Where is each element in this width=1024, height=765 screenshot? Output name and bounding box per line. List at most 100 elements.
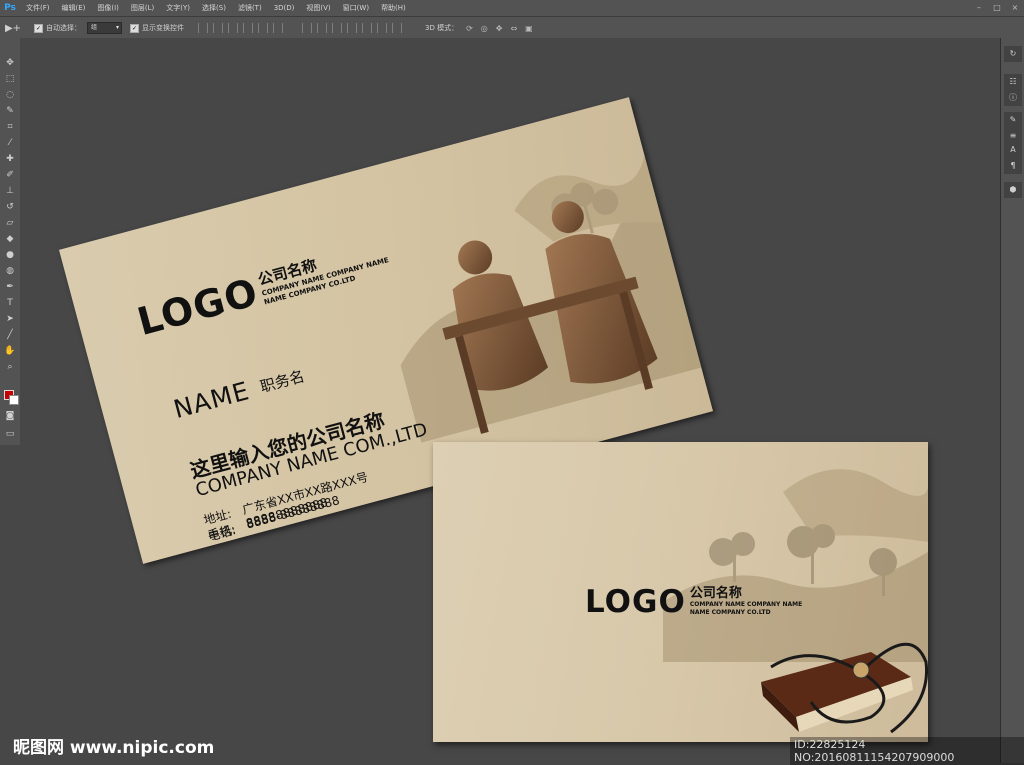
front-logo-text: LOGO: [132, 269, 263, 345]
3d-roll-icon[interactable]: ◎: [481, 24, 488, 33]
show-transform-option[interactable]: ✓ 显示变换控件: [130, 23, 184, 33]
properties-panel-icon[interactable]: ☷: [1004, 74, 1022, 90]
distribute-right-icon[interactable]: [377, 23, 387, 33]
menu-edit[interactable]: 编辑(E): [56, 0, 92, 16]
history-panel-icon[interactable]: ↻: [1004, 46, 1022, 62]
back-company-en-line2: NAME COMPANY CO.LTD: [689, 609, 771, 616]
brush-tool-icon[interactable]: ✐: [0, 167, 20, 183]
distribute-top-icon[interactable]: [302, 23, 312, 33]
menu-filter[interactable]: 滤镜(T): [232, 0, 268, 16]
menu-view[interactable]: 视图(V): [300, 0, 336, 16]
panel-dock: ↻ ☷ ⓘ ✎ ≡ A ¶ ⬢: [1000, 38, 1024, 763]
3d-drag-icon[interactable]: ✥: [496, 24, 503, 33]
3d-panel-icon[interactable]: ⬢: [1004, 182, 1022, 198]
pen-tool-icon[interactable]: ✒: [0, 279, 20, 295]
distribute-bottom-icon[interactable]: [332, 23, 342, 33]
toolbar-header: [0, 38, 20, 55]
options-bar: ▶+ ✓ 自动选择： 组 ✓ 显示变换控件 3D 模式： ⟳ ◎ ✥ ⇔ ▣: [0, 16, 1024, 40]
healing-brush-tool-icon[interactable]: ✚: [0, 151, 20, 167]
panel-group-2: ☷ ⓘ: [1004, 74, 1022, 106]
brush-panel-icon[interactable]: ✎: [1004, 112, 1022, 128]
quick-mask-icon[interactable]: ◙: [0, 408, 20, 424]
align-buttons: [198, 23, 288, 33]
menu-3d[interactable]: 3D(D): [268, 0, 301, 16]
menu-bar: Ps 文件(F) 编辑(E) 图像(I) 图层(L) 文字(Y) 选择(S) 滤…: [0, 0, 1024, 16]
paint-bucket-tool-icon[interactable]: ◆: [0, 231, 20, 247]
panel-group-3: ✎ ≡: [1004, 112, 1022, 144]
clone-stamp-tool-icon[interactable]: ⊥: [0, 183, 20, 199]
back-logo-block: LOGO 公司名称 COMPANY NAME COMPANY NAME NAME…: [585, 582, 803, 620]
hand-tool-icon[interactable]: ✋: [0, 343, 20, 359]
menu-layer[interactable]: 图层(L): [125, 0, 160, 16]
auto-select-label: 自动选择：: [46, 24, 81, 32]
type-tool-icon[interactable]: T: [0, 295, 20, 311]
align-hcenter-icon[interactable]: [258, 23, 268, 33]
menu-type[interactable]: 文字(Y): [160, 0, 196, 16]
tools-panel: ✥ ⬚ ◌ ✎ ⌗ ⁄ ✚ ✐ ⊥ ↺ ▱ ◆ ● ◍ ✒ T ➤ ╱ ✋ ⌕ …: [0, 55, 21, 445]
align-left-icon[interactable]: [243, 23, 253, 33]
distribute-vcenter-icon[interactable]: [317, 23, 327, 33]
history-brush-tool-icon[interactable]: ↺: [0, 199, 20, 215]
person-name: NAME: [170, 376, 253, 424]
menu-file[interactable]: 文件(F): [20, 0, 56, 16]
auto-select-checkbox[interactable]: ✓: [34, 23, 43, 33]
show-transform-label: 显示变换控件: [142, 24, 184, 32]
menu-help[interactable]: 帮助(H): [375, 0, 412, 16]
image-id-text: ID:22825124 NO:20160811154207909000: [790, 737, 1024, 765]
3d-mode-label: 3D 模式：: [425, 24, 459, 32]
3d-mode-group: 3D 模式： ⟳ ◎ ✥ ⇔ ▣: [425, 23, 533, 33]
zoom-tool-icon[interactable]: ⌕: [0, 359, 20, 375]
name-line: NAME 职务名: [171, 361, 308, 424]
quick-select-tool-icon[interactable]: ✎: [0, 103, 20, 119]
minimize-button[interactable]: –: [970, 0, 988, 16]
auto-select-dropdown[interactable]: 组: [87, 22, 122, 34]
lasso-tool-icon[interactable]: ◌: [0, 87, 20, 103]
menu-window[interactable]: 窗口(W): [337, 0, 375, 16]
paragraph-panel-icon[interactable]: ¶: [1004, 158, 1022, 174]
photoshop-logo: Ps: [4, 3, 16, 13]
3d-rotate-icon[interactable]: ⟳: [466, 24, 473, 33]
screen-mode-icon[interactable]: ▭: [0, 426, 20, 442]
site-watermark: 昵图网 www.nipic.com: [13, 738, 215, 758]
maximize-button[interactable]: □: [988, 0, 1006, 16]
front-logo-block: LOGO 公司名称 COMPANY NAME COMPANY NAME NAME…: [132, 236, 392, 345]
back-company-en-line1: COMPANY NAME COMPANY NAME: [689, 601, 803, 608]
back-logo-text: LOGO: [585, 584, 686, 620]
auto-align-icon[interactable]: [392, 23, 402, 33]
eraser-tool-icon[interactable]: ▱: [0, 215, 20, 231]
book-stethoscope-illustration: [761, 642, 928, 734]
eyedropper-tool-icon[interactable]: ⁄: [0, 135, 20, 151]
panel-group-1: ↻: [1004, 46, 1022, 62]
close-button[interactable]: ×: [1006, 0, 1024, 16]
3d-scale-icon[interactable]: ▣: [525, 24, 533, 33]
marquee-tool-icon[interactable]: ⬚: [0, 71, 20, 87]
person-title: 职务名: [258, 367, 307, 397]
align-bottom-icon[interactable]: [228, 23, 238, 33]
move-tool-icon[interactable]: ✥: [0, 55, 20, 71]
show-transform-checkbox[interactable]: ✓: [130, 23, 139, 33]
character-panel-icon[interactable]: A: [1004, 142, 1022, 158]
3d-slide-icon[interactable]: ⇔: [510, 24, 517, 33]
move-tool-preset-icon[interactable]: ▶+: [0, 23, 26, 34]
crop-tool-icon[interactable]: ⌗: [0, 119, 20, 135]
dodge-tool-icon[interactable]: ◍: [0, 263, 20, 279]
background-color-swatch[interactable]: [9, 395, 19, 405]
menu-image[interactable]: 图像(I): [91, 0, 125, 16]
line-tool-icon[interactable]: ╱: [0, 327, 20, 343]
align-top-icon[interactable]: [198, 23, 208, 33]
panel-group-4: A ¶: [1004, 142, 1022, 174]
align-vcenter-icon[interactable]: [213, 23, 223, 33]
info-panel-icon[interactable]: ⓘ: [1004, 90, 1022, 106]
align-right-icon[interactable]: [273, 23, 283, 33]
blur-tool-icon[interactable]: ●: [0, 247, 20, 263]
auto-select-option[interactable]: ✓ 自动选择：: [34, 23, 81, 33]
distribute-buttons: [302, 23, 407, 33]
panel-group-5: ⬢: [1004, 182, 1022, 198]
back-company-cn: 公司名称: [689, 586, 742, 601]
distribute-hcenter-icon[interactable]: [362, 23, 372, 33]
business-card-back: LOGO 公司名称 COMPANY NAME COMPANY NAME NAME…: [433, 442, 928, 742]
document-canvas[interactable]: LOGO 公司名称 COMPANY NAME COMPANY NAME NAME…: [20, 38, 1000, 763]
distribute-left-icon[interactable]: [347, 23, 357, 33]
menu-select[interactable]: 选择(S): [196, 0, 232, 16]
path-select-tool-icon[interactable]: ➤: [0, 311, 20, 327]
